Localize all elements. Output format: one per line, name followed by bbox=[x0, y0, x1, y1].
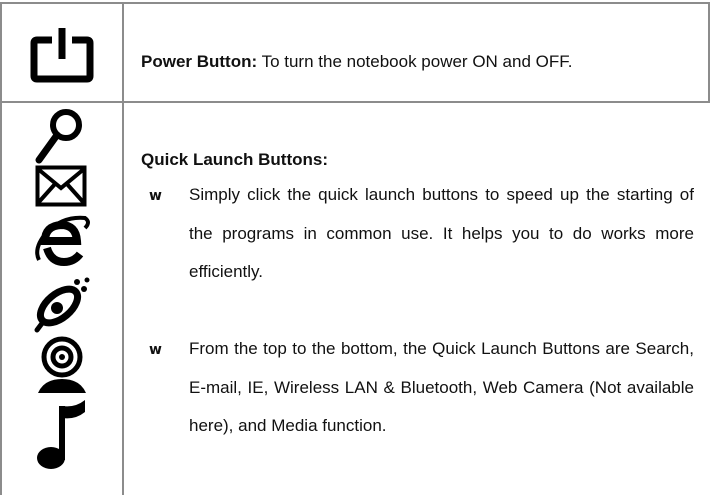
table-column-divider bbox=[122, 2, 124, 495]
quick-launch-bullet-2: From the top to the bottom, the Quick La… bbox=[189, 339, 694, 435]
web-camera-icon bbox=[38, 336, 86, 393]
bullet-marker: w bbox=[149, 188, 162, 204]
table-left-border bbox=[0, 2, 2, 495]
bullet-marker: w bbox=[149, 342, 162, 358]
email-icon bbox=[35, 165, 87, 207]
power-button-description: Power Button: To turn the notebook power… bbox=[141, 51, 572, 73]
media-icon bbox=[37, 400, 85, 469]
power-icon bbox=[30, 28, 94, 83]
feature-table: Power Button: To turn the notebook power… bbox=[0, 0, 710, 495]
table-top-border bbox=[0, 2, 710, 4]
search-icon bbox=[35, 109, 82, 164]
table-row-divider bbox=[0, 101, 710, 103]
ie-icon bbox=[35, 215, 90, 267]
power-button-text: To turn the notebook power ON and OFF. bbox=[257, 52, 573, 71]
quick-launch-bullet-1: Simply click the quick launch buttons to… bbox=[189, 185, 694, 281]
wireless-lan-bluetooth-icon bbox=[34, 277, 90, 333]
power-button-title: Power Button: bbox=[141, 52, 258, 71]
quick-launch-title: Quick Launch Buttons: bbox=[141, 150, 328, 169]
